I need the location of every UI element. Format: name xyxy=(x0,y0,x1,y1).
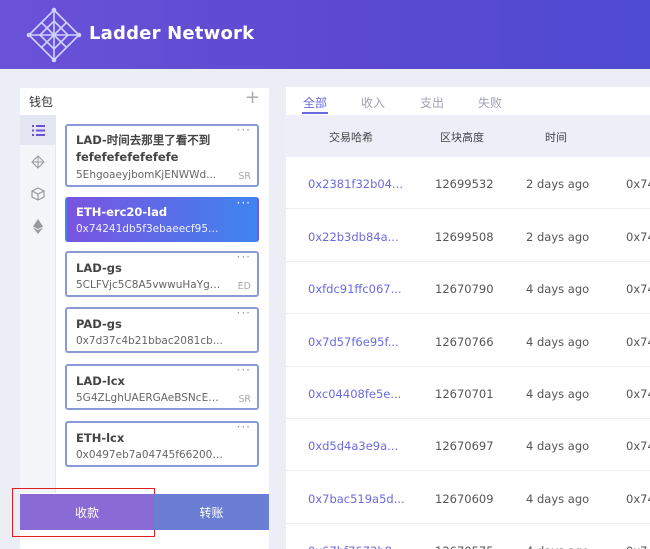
tab-expense[interactable]: 支出 xyxy=(420,94,444,111)
cube-icon[interactable] xyxy=(20,179,56,209)
app-title: Ladder Network xyxy=(89,23,255,44)
wallet-name: PAD-gs xyxy=(76,317,122,331)
wallet-side-nav xyxy=(20,115,56,493)
tx-to-address: 0x74 xyxy=(626,492,650,506)
tx-to-address: 0x74 xyxy=(626,335,650,349)
table-row[interactable]: 0x7bac519a5d... 12670609 4 days ago 0x74 xyxy=(286,472,650,524)
block-height: 12670609 xyxy=(435,492,494,506)
receive-button-highlight xyxy=(12,488,155,537)
list-icon[interactable] xyxy=(20,115,56,145)
wallet-name: ETH-erc20-lad xyxy=(76,205,168,219)
transaction-tabs: 全部 收入 支出 失败 xyxy=(286,87,650,115)
tx-time: 4 days ago xyxy=(526,335,590,349)
wallet-address: 5CLFVjc5C8A5vwwuHaYgx... xyxy=(76,279,224,291)
tx-time: 2 days ago xyxy=(526,230,590,244)
more-icon[interactable]: ··· xyxy=(237,250,251,264)
tx-to-address: 0x74 xyxy=(626,544,650,549)
column-tx-hash: 交易哈希 xyxy=(329,131,373,144)
table-row[interactable]: 0x67bf7673b8... 12670575 4 days ago 0x74 xyxy=(286,524,650,549)
wallet-card[interactable]: ··· LAD-gs 5CLFVjc5C8A5vwwuHaYgx... ED xyxy=(65,250,259,297)
table-row[interactable]: 0x2381f32b04... 12699532 2 days ago 0x74 xyxy=(286,157,650,209)
block-height: 12670575 xyxy=(435,544,494,549)
table-row[interactable]: 0xfdc91ffc067... 12670790 4 days ago 0x74 xyxy=(286,262,650,314)
wallet-name: LAD-时间去那里了看不到 xyxy=(76,133,211,147)
tx-hash-link[interactable]: 0xd5d4a3e9a... xyxy=(308,439,398,453)
column-time: 时间 xyxy=(545,131,567,144)
tx-time: 4 days ago xyxy=(526,544,589,549)
tx-to-address: 0x74 xyxy=(626,177,650,191)
more-icon[interactable]: ··· xyxy=(237,306,251,320)
tx-hash-link[interactable]: 0x2381f32b04... xyxy=(308,177,403,191)
block-height: 12670790 xyxy=(435,282,494,296)
transfer-button[interactable]: 转账 xyxy=(154,494,269,530)
block-height: 12670697 xyxy=(435,439,494,453)
wallet-card-selected[interactable]: ··· ETH-erc20-lad 0x74241db5f3ebaeecf950… xyxy=(65,196,259,242)
more-icon[interactable]: ··· xyxy=(237,196,251,210)
transactions-panel: 全部 收入 支出 失败 交易哈希 区块高度 时间 0x2381f32b04...… xyxy=(286,87,650,549)
tx-to-address: 0x74 xyxy=(626,230,650,244)
tx-to-address: 0x74 xyxy=(626,387,650,401)
tx-hash-link[interactable]: 0x7bac519a5d... xyxy=(308,492,405,506)
ladder-diamond-logo-icon xyxy=(26,7,82,63)
table-row[interactable]: 0xc04408fe5e... 12670701 4 days ago 0x74 xyxy=(286,367,650,419)
wallet-tag: SR xyxy=(238,171,251,182)
wallet-address: 5EhgoaeyjbomKjENWWd... xyxy=(76,169,217,181)
tx-to-address: 0x74 xyxy=(626,439,650,453)
wallet-name: ETH-lcx xyxy=(76,431,125,445)
wallet-address: 0x0497eb7a04745f662009... xyxy=(76,449,224,461)
tab-all[interactable]: 全部 xyxy=(303,94,327,111)
tx-time: 4 days ago xyxy=(526,282,590,296)
wallet-panel-title: 钱包 xyxy=(29,95,54,109)
tx-hash-link[interactable]: 0xfdc91ffc067... xyxy=(308,282,402,296)
diamond-icon[interactable] xyxy=(20,147,56,177)
tx-time: 2 days ago xyxy=(526,177,590,191)
table-row[interactable]: 0xd5d4a3e9a... 12670697 4 days ago 0x74 xyxy=(286,419,650,471)
tx-hash-link[interactable]: 0x67bf7673b8... xyxy=(308,544,403,549)
tx-to-address: 0x74 xyxy=(626,282,650,296)
ethereum-icon[interactable] xyxy=(20,211,56,241)
wallet-tag: ED xyxy=(237,281,251,292)
wallet-card[interactable]: ··· LAD-时间去那里了看不到 fefefefefefefefe 5Ehgo… xyxy=(65,123,259,187)
wallet-name-line2: fefefefefefefefe xyxy=(76,150,179,164)
more-icon[interactable]: ··· xyxy=(237,420,251,434)
active-tab-indicator xyxy=(302,112,328,114)
wallet-card[interactable]: ··· LAD-lcx 5G4ZLghUAERGAeBSNcEE... SR xyxy=(65,363,259,410)
block-height: 12670766 xyxy=(435,335,494,349)
tx-hash-link[interactable]: 0xc04408fe5e... xyxy=(308,387,401,401)
tab-failed[interactable]: 失败 xyxy=(478,94,502,111)
wallet-address: 0x74241db5f3ebaeecf950... xyxy=(76,223,224,235)
wallet-card[interactable]: ··· PAD-gs 0x7d37c4b21bbac2081cb... xyxy=(65,306,259,353)
wallet-address: 0x7d37c4b21bbac2081cb... xyxy=(76,335,223,347)
app-header: Ladder Network xyxy=(0,0,650,69)
plus-icon[interactable]: + xyxy=(245,89,260,107)
tx-hash-link[interactable]: 0x22b3db84a... xyxy=(308,230,399,244)
more-icon[interactable]: ··· xyxy=(237,363,251,377)
column-block-height: 区块高度 xyxy=(440,131,484,144)
wallet-card[interactable]: ··· ETH-lcx 0x0497eb7a04745f662009... xyxy=(65,420,259,467)
table-row[interactable]: 0x22b3db84a... 12699508 2 days ago 0x74 xyxy=(286,210,650,262)
wallet-name: LAD-lcx xyxy=(76,374,125,388)
wallet-address: 5G4ZLghUAERGAeBSNcEE... xyxy=(76,392,224,404)
table-row[interactable]: 0x7d57f6e95f... 12670766 4 days ago 0x74 xyxy=(286,315,650,367)
tab-income[interactable]: 收入 xyxy=(361,94,385,111)
wallet-tag: SR xyxy=(238,394,251,405)
tx-time: 4 days ago xyxy=(526,439,590,453)
more-icon[interactable]: ··· xyxy=(237,123,251,137)
block-height: 12699508 xyxy=(435,230,494,244)
table-header: 交易哈希 区块高度 时间 xyxy=(286,115,650,157)
tx-time: 4 days ago xyxy=(526,387,590,401)
wallet-name: LAD-gs xyxy=(76,261,122,275)
block-height: 12670701 xyxy=(435,387,494,401)
tx-time: 4 days ago xyxy=(526,492,590,506)
block-height: 12699532 xyxy=(435,177,494,191)
tx-hash-link[interactable]: 0x7d57f6e95f... xyxy=(308,335,399,349)
